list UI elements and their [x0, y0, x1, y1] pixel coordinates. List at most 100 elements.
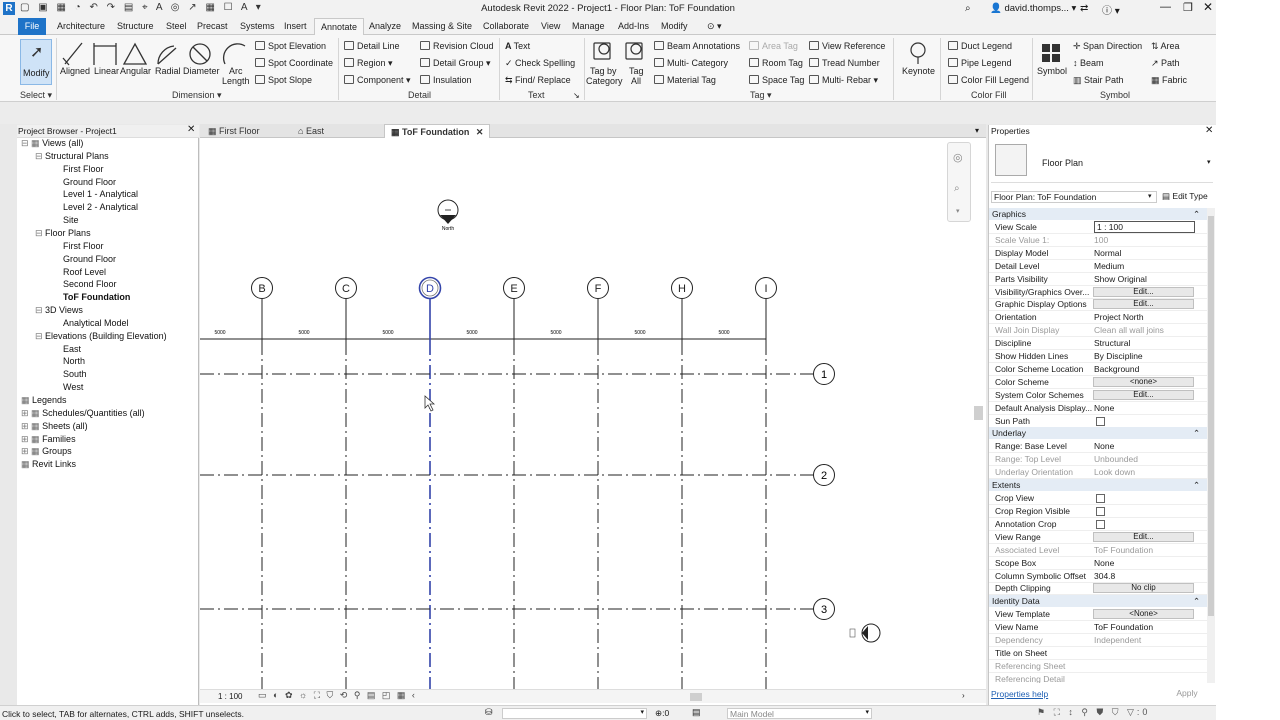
vertical-scrollbar[interactable] [974, 406, 983, 420]
help-icon[interactable]: ⓘ ▾ [1102, 2, 1120, 17]
property-edit-button[interactable]: <None> [1093, 609, 1194, 620]
view-scale[interactable]: 1 : 100 [218, 692, 242, 701]
doc-tab-east[interactable]: ⌂ East [292, 124, 330, 138]
property-value[interactable]: Project North [1094, 312, 1144, 322]
browser-item[interactable]: ⊟ Floor Plans [35, 228, 91, 239]
property-value[interactable]: Show Original [1094, 274, 1147, 284]
browser-item[interactable]: West [63, 382, 83, 392]
close-window-button[interactable]: ✕ [1203, 0, 1213, 14]
panel-select[interactable]: Select ▾ [20, 90, 52, 101]
property-checkbox[interactable] [1096, 519, 1105, 529]
property-checkbox[interactable] [1096, 494, 1105, 504]
property-edit-button[interactable]: Edit... [1093, 389, 1194, 400]
angular-dimension-button[interactable]: Angular [120, 66, 151, 76]
scroll-right-icon[interactable]: › [962, 691, 965, 700]
modify-button[interactable]: ➚ Modify [20, 39, 52, 85]
expand-toggle-icon[interactable]: ⊟ [21, 138, 31, 148]
edit-type-button[interactable]: ▤ Edit Type [1162, 191, 1208, 202]
browser-item[interactable]: ▦ Revit Links [21, 459, 76, 470]
material-tag-button[interactable]: Material Tag [654, 75, 716, 85]
type-dropdown-icon[interactable]: ▾ [1207, 158, 1211, 166]
property-edit-button[interactable]: Edit... [1093, 531, 1194, 542]
browser-item[interactable]: ▦ Legends [21, 395, 67, 406]
tab-collaborate[interactable]: Collaborate [483, 21, 529, 31]
tab-annotate[interactable]: Annotate [314, 18, 365, 35]
browser-item[interactable]: North [63, 356, 85, 366]
spot-elevation-button[interactable]: Spot Elevation [255, 41, 326, 51]
collapse-icon[interactable]: ⌃ [1193, 596, 1200, 607]
browser-item[interactable]: ⊟ Structural Plans [35, 151, 109, 162]
path-symbol-button[interactable]: ↗ Path [1151, 58, 1180, 69]
tread-number-button[interactable]: Tread Number [809, 58, 880, 68]
duct-legend-button[interactable]: Duct Legend [948, 41, 1012, 51]
linear-dimension-button[interactable]: Linear [94, 66, 119, 76]
collapse-icon[interactable]: ⌃ [1193, 209, 1200, 220]
tab-add-ins[interactable]: Add-Ins [618, 21, 649, 31]
expand-toggle-icon[interactable]: ⊟ [35, 305, 45, 315]
properties-help-link[interactable]: Properties help [991, 689, 1048, 699]
view-control-icons[interactable]: ▭ ◐ ✿ ☼ ⛶ ⛉ ⟲ ⚲ ▤ ◰ ▦ ‹ [258, 690, 417, 701]
stair-path-button[interactable]: ▥ Stair Path [1073, 75, 1124, 86]
browser-item[interactable]: ⊟ 3D Views [35, 305, 83, 316]
browser-item[interactable]: ⊞ ▦ Sheets (all) [21, 421, 88, 432]
tab-analyze[interactable]: Analyze [369, 21, 401, 31]
detail-group-button[interactable]: Detail Group ▾ [420, 58, 491, 69]
find-replace-button[interactable]: ⇆ Find/ Replace [505, 75, 571, 86]
steering-wheel-icon[interactable]: ◎ [953, 151, 963, 164]
check-spelling-button[interactable]: ✓ Check Spelling [505, 58, 575, 69]
design-options-icon[interactable]: ▤ [692, 707, 701, 718]
browser-item[interactable]: First Floor [63, 164, 104, 174]
worksharing-icon[interactable]: ⛁ [485, 707, 493, 718]
restore-button[interactable]: ❐ [1183, 1, 1193, 14]
tab-file[interactable]: File [18, 18, 46, 35]
view-reference-button[interactable]: View Reference [809, 41, 885, 51]
property-value[interactable]: 1 : 100 [1094, 221, 1195, 233]
design-option-dropdown[interactable]: Main Model ▾ [727, 708, 872, 719]
property-checkbox[interactable] [1096, 416, 1105, 426]
property-value[interactable]: 304.8 [1094, 571, 1115, 581]
browser-item[interactable]: ⊞ ▦ Schedules/Quantities (all) [21, 408, 145, 419]
browser-item[interactable]: Roof Level [63, 267, 106, 277]
browser-item[interactable]: First Floor [63, 241, 104, 251]
spot-coordinate-button[interactable]: Spot Coordinate [255, 58, 333, 68]
doc-tab-first-floor[interactable]: ▦ First Floor [202, 124, 266, 138]
browser-item[interactable]: Site [63, 215, 79, 225]
tab-systems[interactable]: Systems [240, 21, 275, 31]
symbol-button[interactable]: Symbol [1037, 66, 1067, 76]
browser-item[interactable]: ⊞ ▦ Groups [21, 446, 72, 457]
tab-architecture[interactable]: Architecture [57, 21, 105, 31]
browser-item[interactable]: Level 2 - Analytical [63, 202, 138, 212]
collapse-icon[interactable]: ⌃ [1193, 480, 1200, 491]
close-icon[interactable]: ✕ [1205, 125, 1213, 136]
panel-dimension[interactable]: Dimension ▾ [172, 90, 222, 101]
aligned-dimension-button[interactable]: Aligned [60, 66, 90, 76]
expand-toggle-icon[interactable]: ⊞ [21, 446, 31, 456]
browser-item[interactable]: South [63, 369, 87, 379]
expand-toggle-icon[interactable]: ⊞ [21, 421, 31, 431]
property-edit-button[interactable]: No clip [1093, 583, 1194, 594]
ribbon-options-icon[interactable]: ⊙ ▾ [707, 21, 722, 32]
browser-item[interactable]: ⊟ Elevations (Building Elevation) [35, 331, 167, 342]
property-value[interactable]: Medium [1094, 261, 1124, 271]
selection-filter-icons[interactable]: ⚑ ⛶ ↕ ⚲ ⛊ ⛉ ▽:0 [1037, 707, 1150, 718]
tab-massing-site[interactable]: Massing & Site [412, 21, 472, 31]
browser-item[interactable]: ToF Foundation [63, 292, 130, 302]
insulation-button[interactable]: Insulation [420, 75, 472, 85]
property-section-header[interactable]: Extents ⌃ [989, 479, 1207, 492]
pipe-legend-button[interactable]: Pipe Legend [948, 58, 1012, 68]
tab-view[interactable]: View [541, 21, 560, 31]
expand-toggle-icon[interactable]: ⊟ [35, 331, 45, 341]
tag-all-button[interactable]: Tag [629, 66, 644, 76]
property-value[interactable]: None [1094, 403, 1114, 413]
browser-item[interactable]: ⊞ ▦ Families [21, 434, 76, 445]
floor-plan-canvas[interactable]: North 5000 5000 5000 5000 5000 5000 5000 B C D E F H I… [200, 138, 986, 689]
multi-category-button[interactable]: Multi- Category [654, 58, 728, 68]
property-value[interactable]: Background [1094, 364, 1139, 374]
tab-dropdown-icon[interactable]: ▾ [975, 126, 979, 135]
tab-modify[interactable]: Modify [661, 21, 688, 31]
expand-toggle-icon[interactable]: ⊞ [21, 408, 31, 418]
area-symbol-button[interactable]: ⇅ Area [1151, 41, 1180, 52]
browser-item[interactable]: Ground Floor [63, 177, 116, 187]
keynote-button[interactable]: Keynote [902, 66, 935, 76]
multi-rebar-button[interactable]: Multi- Rebar ▾ [809, 75, 878, 86]
